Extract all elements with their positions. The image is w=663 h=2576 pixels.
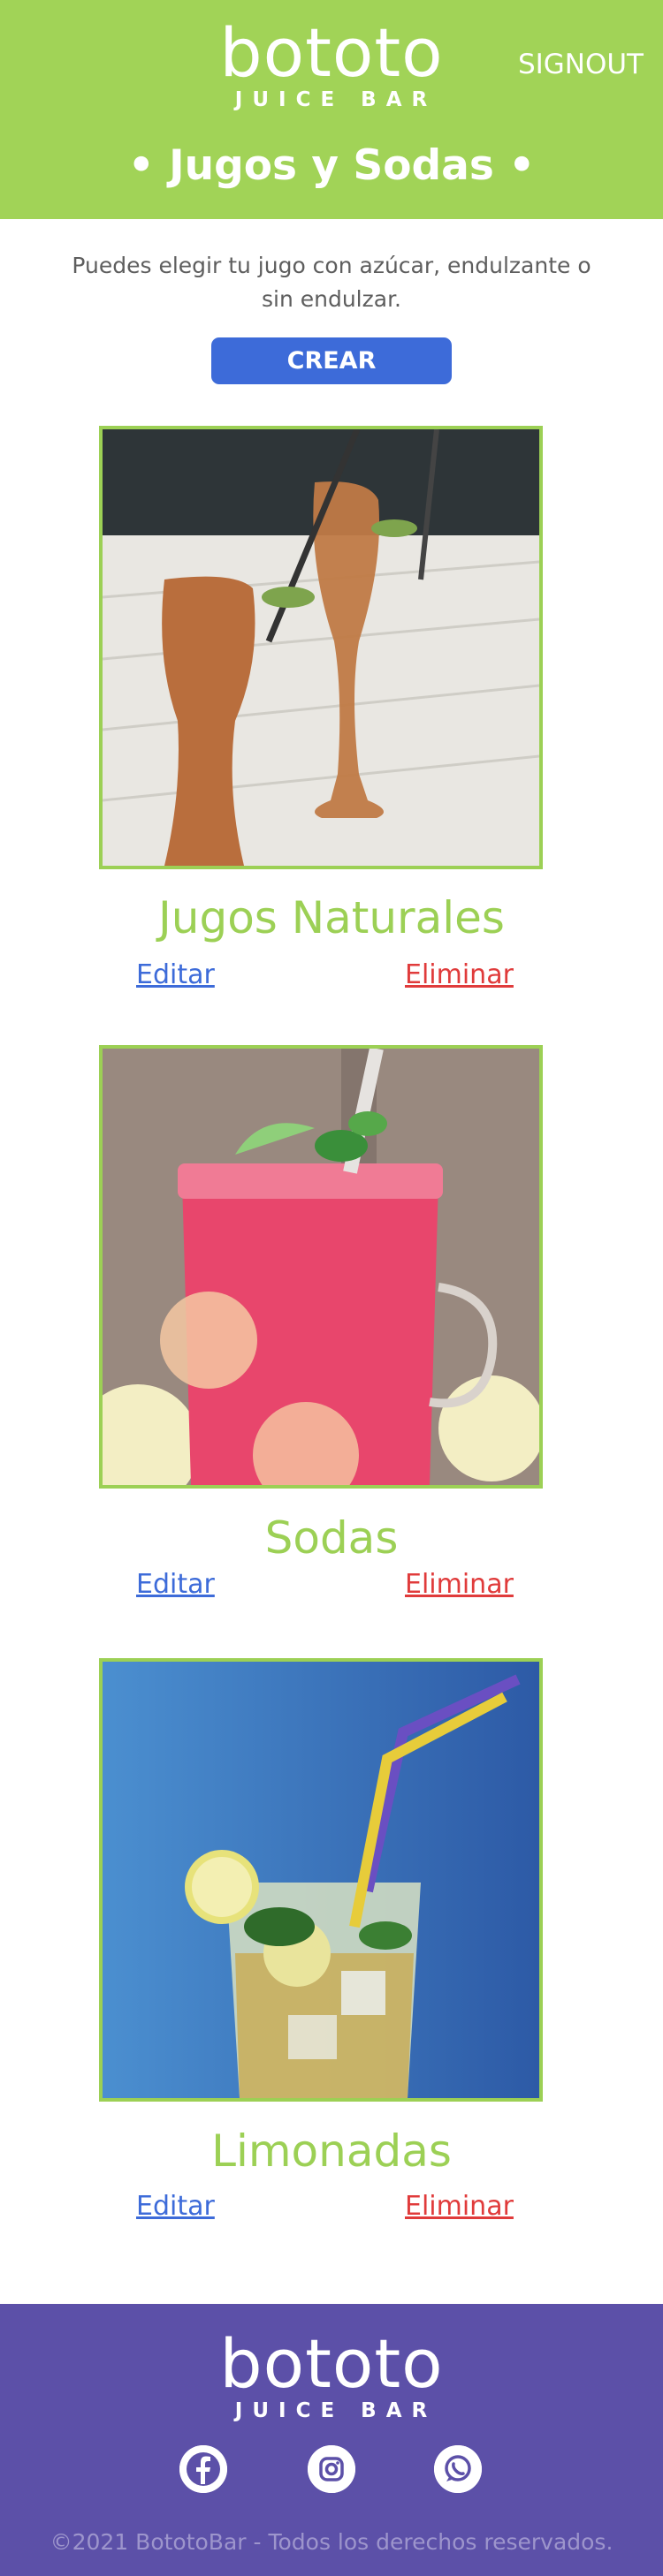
- card-image-sodas[interactable]: [99, 1045, 543, 1489]
- card-image-juice[interactable]: [99, 426, 543, 869]
- edit-link-sodas[interactable]: Editar: [136, 1569, 215, 1600]
- intro-text: Puedes elegir tu jugo con azúcar, endulz…: [72, 253, 591, 312]
- whatsapp-icon[interactable]: [434, 2445, 482, 2493]
- card-title-lemonade: Limonadas: [211, 2125, 452, 2177]
- logo-wordmark: bototo: [219, 2324, 444, 2403]
- delete-link-juice[interactable]: Eliminar: [405, 959, 514, 990]
- edit-link-juice[interactable]: Editar: [136, 959, 215, 990]
- soda-jar-photo: [103, 1049, 539, 1485]
- card-title-sodas: Sodas: [264, 1512, 399, 1564]
- header: bototo JUICE BAR SIGNOUT • Jugos y Sodas…: [0, 0, 663, 219]
- juice-glasses-photo: [103, 429, 539, 866]
- delete-link-sodas[interactable]: Eliminar: [405, 1569, 514, 1600]
- instagram-icon[interactable]: [308, 2445, 355, 2493]
- logo-tagline: JUICE BAR: [234, 2399, 438, 2422]
- card-image-lemonade[interactable]: [99, 1658, 543, 2102]
- delete-link-lemonade[interactable]: Eliminar: [405, 2191, 514, 2222]
- footer: bototo JUICE BAR ©2021 BototoBar - Todos…: [0, 2304, 663, 2576]
- page-title: • Jugos y Sodas •: [127, 141, 536, 190]
- edit-link-lemonade[interactable]: Editar: [136, 2191, 215, 2222]
- footer-logo[interactable]: bototo JUICE BAR: [0, 2324, 663, 2423]
- create-button[interactable]: CREAR: [211, 337, 452, 384]
- copyright-text: ©2021 BototoBar - Todos los derechos res…: [50, 2529, 613, 2555]
- logo-tagline: JUICE BAR: [234, 88, 438, 111]
- lemonade-glass-photo: [103, 1662, 539, 2098]
- card-title-juice: Jugos Naturales: [158, 892, 505, 943]
- facebook-icon[interactable]: [179, 2445, 227, 2493]
- signout-link[interactable]: SIGNOUT: [518, 49, 644, 80]
